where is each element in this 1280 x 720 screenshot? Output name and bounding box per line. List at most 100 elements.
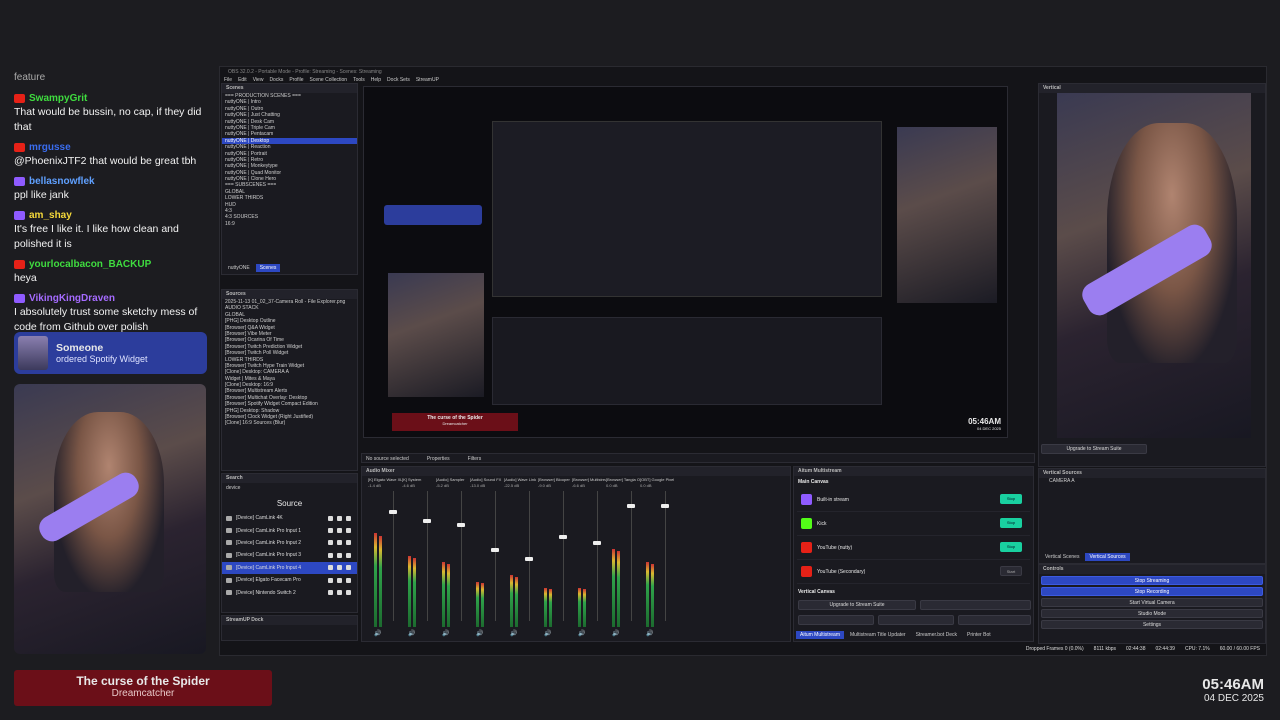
device-source-row[interactable]: [Device] CamLink Pro Input 4	[222, 561, 357, 574]
start-virtual-camera-button[interactable]: Start Virtual Camera	[1041, 598, 1263, 607]
speaker-icon[interactable]: 🔊	[646, 630, 653, 637]
source-item[interactable]: [Clone] 16:9 Sources (Blur)	[222, 420, 357, 426]
eye-icon[interactable]	[328, 552, 333, 558]
lock-icon[interactable]	[337, 540, 342, 546]
properties-button[interactable]: Properties	[427, 456, 450, 462]
volume-fader[interactable]	[627, 503, 635, 508]
speaker-icon[interactable]: 🔊	[374, 630, 381, 637]
menu-icon[interactable]	[346, 528, 351, 534]
eye-icon[interactable]	[328, 540, 333, 546]
alert-widget: Someone ordered Spotify Widget	[14, 332, 207, 374]
speaker-icon[interactable]: 🔊	[442, 630, 449, 637]
device-source-row[interactable]: [Device] CamLink Pro Input 2	[222, 537, 357, 549]
menu-icon[interactable]	[346, 540, 351, 546]
stop-recording-button[interactable]: Stop Recording	[1041, 587, 1263, 596]
lock-icon[interactable]	[337, 528, 342, 534]
mixer-channel: [OBT] Google Pixel 0.0 dB 🔊	[640, 477, 674, 637]
device-source-row[interactable]: [Device] CamLink 4K	[222, 512, 357, 524]
preview-webcam	[388, 273, 484, 397]
vertical-replay-button[interactable]	[958, 615, 1031, 625]
lock-icon[interactable]	[337, 590, 342, 596]
volume-fader[interactable]	[559, 535, 567, 540]
output-toggle[interactable]: Stop	[1000, 518, 1022, 528]
status-dropped: Dropped Frames 0 (0.0%)	[1025, 646, 1084, 652]
chat-header: feature	[14, 72, 46, 83]
dock-tab[interactable]: Aitum Multistream	[796, 631, 845, 639]
menu-icon[interactable]	[346, 552, 351, 558]
speaker-icon[interactable]: 🔊	[544, 630, 551, 637]
scene-tab[interactable]: nuttyONE	[224, 264, 254, 272]
dock-tab[interactable]: Multistream Title Updater	[846, 631, 910, 639]
studio-mode-button[interactable]: Studio Mode	[1041, 609, 1263, 618]
device-controls	[328, 528, 357, 534]
output-toggle[interactable]: Stop	[1000, 542, 1022, 552]
lock-icon[interactable]	[337, 515, 342, 521]
level-meter-left	[510, 575, 513, 627]
twitch-icon	[14, 210, 25, 220]
eye-icon[interactable]	[328, 515, 333, 521]
volume-fader[interactable]	[661, 503, 669, 508]
menu-icon[interactable]	[346, 565, 351, 571]
vertical-extra-button[interactable]	[920, 600, 1031, 610]
upgrade-button[interactable]: Upgrade to Stream Suite	[798, 600, 916, 610]
filters-button[interactable]: Filters	[468, 456, 482, 462]
menu-icon[interactable]	[346, 515, 351, 521]
menu-item[interactable]: Dock Sets	[387, 77, 410, 86]
volume-fader[interactable]	[423, 518, 431, 523]
volume-fader[interactable]	[593, 541, 601, 546]
vertical-upgrade-button[interactable]: Upgrade to Stream Suite	[1041, 444, 1147, 454]
volume-fader[interactable]	[491, 547, 499, 552]
vertical-record-button[interactable]	[878, 615, 954, 625]
volume-fader[interactable]	[457, 522, 465, 527]
device-source-row[interactable]: [Device] Nintendo Switch 2	[222, 586, 357, 598]
chat-user-line: yourlocalbacon_BACKUP	[14, 257, 210, 271]
lock-icon[interactable]	[337, 552, 342, 558]
vertical-tab[interactable]: Vertical Sources	[1085, 553, 1130, 561]
eye-icon[interactable]	[328, 577, 333, 583]
dock-tab[interactable]: Printer Bot	[963, 631, 995, 639]
device-source-row[interactable]: [Device] CamLink Pro Input 1	[222, 524, 357, 536]
device-source-row[interactable]: [Device] Elgato Facecam Pro	[222, 574, 357, 586]
vertical-tab[interactable]: Vertical Scenes	[1041, 553, 1083, 561]
speaker-icon[interactable]: 🔊	[510, 630, 517, 637]
stop-streaming-button[interactable]: Stop Streaming	[1041, 576, 1263, 585]
scene-item[interactable]: 16:9	[222, 221, 357, 227]
scene-tab[interactable]: Scenes	[255, 264, 281, 272]
level-meter-left	[476, 581, 479, 627]
volume-fader[interactable]	[525, 556, 533, 561]
menu-icon[interactable]	[346, 577, 351, 583]
volume-fader[interactable]	[389, 509, 397, 514]
settings-button[interactable]: Settings	[1041, 620, 1263, 629]
menu-icon[interactable]	[346, 590, 351, 596]
menu-item[interactable]: StreamUP	[416, 77, 439, 86]
device-source-row[interactable]: [Device] CamLink Pro Input 3	[222, 549, 357, 561]
eye-icon[interactable]	[328, 590, 333, 596]
eye-icon[interactable]	[328, 528, 333, 534]
speaker-icon[interactable]: 🔊	[612, 630, 619, 637]
youtube-icon	[14, 259, 25, 269]
lock-icon[interactable]	[337, 577, 342, 583]
chat-username: bellasnowflek	[29, 175, 95, 187]
controls-header: Controls	[1039, 565, 1265, 574]
output-toggle[interactable]: Stop	[1000, 494, 1022, 504]
output-name: Built-in stream	[817, 497, 849, 503]
speaker-icon[interactable]: 🔊	[476, 630, 483, 637]
eye-icon[interactable]	[328, 565, 333, 571]
search-input[interactable]: device	[222, 483, 357, 493]
speaker-icon[interactable]: 🔊	[578, 630, 585, 637]
preview-song-artist: Dreamcatcher	[442, 421, 468, 426]
camera-icon	[226, 590, 232, 596]
device-name: [Device] CamLink Pro Input 3	[236, 552, 302, 559]
preview-alert	[384, 205, 482, 225]
channel-db: -22.5 dB	[504, 483, 520, 488]
chat-user-line: bellasnowflek	[14, 174, 210, 188]
lock-icon[interactable]	[337, 565, 342, 571]
channel-name: [Audio] Sound FX	[470, 477, 502, 482]
dock-tab[interactable]: Streamer.bot Deck	[912, 631, 961, 639]
menu-item[interactable]: Help	[371, 77, 381, 86]
sources-panel: Sources 2025-11-13 01_02_37-Camera Roll …	[221, 289, 358, 471]
speaker-icon[interactable]: 🔊	[408, 630, 415, 637]
vertical-source-item[interactable]: CAMERA A	[1039, 478, 1265, 484]
output-toggle[interactable]: Start	[1000, 566, 1022, 576]
vertical-settings-button[interactable]	[798, 615, 874, 625]
